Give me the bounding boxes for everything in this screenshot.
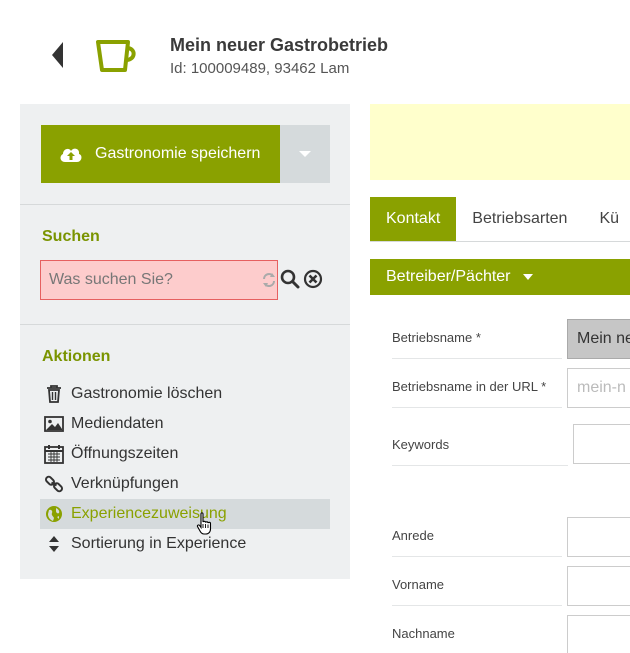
divider: [392, 407, 562, 408]
action-label: Verknüpfungen: [71, 475, 179, 492]
trash-icon: [43, 383, 65, 405]
refresh-icon[interactable]: [261, 271, 277, 289]
page-subtitle: Id: 100009489, 93462 Lam: [170, 60, 350, 77]
action-label: Sortierung in Experience: [71, 535, 247, 552]
tab-bar: Kontakt Betriebsarten Kü: [370, 197, 630, 241]
divider: [392, 556, 562, 557]
divider: [392, 465, 568, 466]
field-label-business-url: Betriebsname in der URL *: [392, 379, 547, 394]
field-label-keywords: Keywords: [392, 437, 450, 452]
globe-icon: [43, 503, 65, 525]
divider: [20, 324, 350, 325]
business-url-input[interactable]: [567, 368, 630, 408]
divider: [392, 358, 562, 359]
action-label: Gastronomie löschen: [71, 385, 223, 402]
action-opening-hours[interactable]: Öffnungszeiten: [40, 439, 330, 469]
action-label: Öffnungszeiten: [71, 445, 179, 462]
action-label: Mediendaten: [71, 415, 164, 432]
tab-contact[interactable]: Kontakt: [370, 197, 457, 241]
divider: [20, 204, 350, 205]
caret-down-icon: [522, 274, 533, 280]
business-name-input[interactable]: [567, 319, 630, 359]
action-sort-in-experience[interactable]: Sortierung in Experience: [40, 529, 330, 559]
tab-kitchen[interactable]: Kü: [583, 197, 630, 241]
back-button[interactable]: [46, 38, 70, 72]
page-title: Mein neuer Gastrobetrieb: [170, 35, 389, 55]
tab-business-types[interactable]: Betriebsarten: [456, 197, 583, 241]
clear-search-icon[interactable]: [303, 269, 323, 289]
caret-left-icon[interactable]: [46, 38, 70, 72]
last-name-input[interactable]: [567, 615, 630, 653]
page-header: Mein neuer Gastrobetrieb Id: 100009489, …: [0, 0, 630, 95]
hand-cursor-icon: [196, 512, 214, 541]
save-button-group: Gastronomie speichern: [41, 125, 330, 183]
operator-dropdown[interactable]: Betreiber/Pächter: [370, 259, 630, 295]
actions-heading: Aktionen: [42, 348, 111, 365]
coffee-cup-icon: [92, 38, 142, 76]
search-input[interactable]: [40, 260, 278, 300]
field-label-salutation: Anrede: [392, 528, 434, 543]
field-label-first-name: Vorname: [392, 577, 445, 592]
sidebar: Gastronomie speichern Suchen Aktionen Ga…: [20, 104, 350, 579]
field-label-business-name: Betriebsname *: [392, 330, 481, 345]
action-media-data[interactable]: Mediendaten: [40, 409, 330, 439]
first-name-input[interactable]: [567, 566, 630, 606]
action-experience-assignment[interactable]: Experiencezuweisung: [40, 499, 330, 529]
search-heading: Suchen: [42, 228, 100, 245]
sort-icon: [43, 533, 65, 555]
salutation-input[interactable]: [567, 517, 630, 557]
save-options-toggle[interactable]: [280, 125, 330, 183]
save-button[interactable]: Gastronomie speichern: [41, 125, 280, 183]
keywords-input[interactable]: [573, 424, 630, 464]
action-delete-gastronomy[interactable]: Gastronomie löschen: [40, 379, 330, 409]
link-icon: [43, 473, 65, 495]
cloud-upload-icon: [60, 148, 82, 162]
operator-dropdown-label: Betreiber/Pächter: [386, 268, 511, 285]
action-links[interactable]: Verknüpfungen: [40, 469, 330, 499]
divider: [392, 605, 562, 606]
calendar-icon: [43, 443, 65, 465]
search-icon[interactable]: [280, 269, 300, 289]
save-button-label: Gastronomie speichern: [95, 145, 261, 162]
field-label-last-name: Nachname: [392, 626, 455, 641]
notice-box: [370, 104, 630, 180]
divider: [370, 241, 630, 242]
chevron-down-icon[interactable]: [298, 150, 312, 158]
image-icon: [43, 413, 65, 435]
